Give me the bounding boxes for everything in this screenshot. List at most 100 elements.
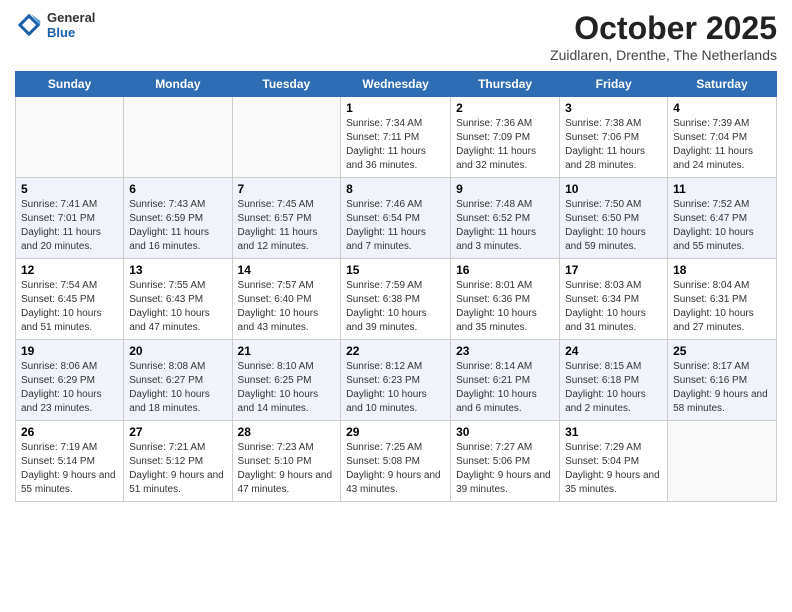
day-number: 3 [565,101,662,115]
day-info: Sunrise: 7:50 AM Sunset: 6:50 PM Dayligh… [565,198,662,254]
day-info: Sunrise: 7:25 AM Sunset: 5:08 PM Dayligh… [346,441,445,497]
calendar-day-cell: 2 Sunrise: 7:36 AM Sunset: 7:09 PM Daylig… [451,97,560,178]
calendar-day-cell: 9Sunrise: 7:48 AM Sunset: 6:52 PM Daylig… [451,178,560,259]
calendar-day-cell: 26 Sunrise: 7:19 AM Sunset: 5:14 PM Dayli… [16,421,124,502]
col-header-monday: Monday [124,72,232,97]
day-info: Sunrise: 8:04 AM Sunset: 6:31 PM Dayligh… [673,279,771,335]
calendar-day-cell: 29 Sunrise: 7:25 AM Sunset: 5:08 PM Dayli… [341,421,451,502]
calendar-day-cell: 17 Sunrise: 8:03 AM Sunset: 6:34 PM Dayli… [560,259,668,340]
day-info: Sunrise: 7:21 AM Sunset: 5:12 PM Dayligh… [129,441,226,497]
calendar-day-cell: 22Sunrise: 8:12 AM Sunset: 6:23 PM Dayli… [341,340,451,421]
calendar-day-cell [124,97,232,178]
day-number: 15 [346,263,445,277]
logo-general-text: General [47,10,95,25]
day-number: 7 [238,182,336,196]
day-number: 10 [565,182,662,196]
logo-blue-text: Blue [47,25,95,40]
calendar-week-row: 12 Sunrise: 7:54 AM Sunset: 6:45 PM Dayli… [16,259,777,340]
calendar-day-cell: 25Sunrise: 8:17 AM Sunset: 6:16 PM Dayli… [668,340,777,421]
calendar-day-cell: 24Sunrise: 8:15 AM Sunset: 6:18 PM Dayli… [560,340,668,421]
calendar-day-cell: 4Sunrise: 7:39 AM Sunset: 7:04 PM Daylig… [668,97,777,178]
day-number: 18 [673,263,771,277]
day-info: Sunrise: 7:19 AM Sunset: 5:14 PM Dayligh… [21,441,118,497]
col-header-friday: Friday [560,72,668,97]
calendar-header-row: SundayMondayTuesdayWednesdayThursdayFrid… [16,72,777,97]
day-info: Sunrise: 8:08 AM Sunset: 6:27 PM Dayligh… [129,360,226,416]
day-number: 26 [21,425,118,439]
calendar-day-cell: 5 Sunrise: 7:41 AM Sunset: 7:01 PM Daylig… [16,178,124,259]
day-number: 31 [565,425,662,439]
day-info: Sunrise: 7:54 AM Sunset: 6:45 PM Dayligh… [21,279,118,335]
calendar-week-row: 1 Sunrise: 7:34 AM Sunset: 7:11 PM Daylig… [16,97,777,178]
day-number: 25 [673,344,771,358]
day-number: 12 [21,263,118,277]
calendar-day-cell: 11 Sunrise: 7:52 AM Sunset: 6:47 PM Dayli… [668,178,777,259]
calendar-day-cell [232,97,341,178]
calendar-day-cell: 7 Sunrise: 7:45 AM Sunset: 6:57 PM Daylig… [232,178,341,259]
calendar-week-row: 19Sunrise: 8:06 AM Sunset: 6:29 PM Dayli… [16,340,777,421]
day-info: Sunrise: 8:12 AM Sunset: 6:23 PM Dayligh… [346,360,445,416]
calendar-table: SundayMondayTuesdayWednesdayThursdayFrid… [15,71,777,502]
day-number: 28 [238,425,336,439]
day-number: 5 [21,182,118,196]
day-info: Sunrise: 7:59 AM Sunset: 6:38 PM Dayligh… [346,279,445,335]
day-number: 1 [346,101,445,115]
calendar-day-cell: 23 Sunrise: 8:14 AM Sunset: 6:21 PM Dayli… [451,340,560,421]
day-number: 2 [456,101,554,115]
day-info: Sunrise: 7:27 AM Sunset: 5:06 PM Dayligh… [456,441,554,497]
day-number: 17 [565,263,662,277]
calendar-day-cell: 14Sunrise: 7:57 AM Sunset: 6:40 PM Dayli… [232,259,341,340]
location-subtitle: Zuidlaren, Drenthe, The Netherlands [550,47,777,63]
col-header-tuesday: Tuesday [232,72,341,97]
day-info: Sunrise: 7:46 AM Sunset: 6:54 PM Dayligh… [346,198,445,254]
calendar-week-row: 5 Sunrise: 7:41 AM Sunset: 7:01 PM Daylig… [16,178,777,259]
day-info: Sunrise: 7:38 AM Sunset: 7:06 PM Dayligh… [565,117,662,173]
calendar-day-cell: 6 Sunrise: 7:43 AM Sunset: 6:59 PM Daylig… [124,178,232,259]
title-block: October 2025 Zuidlaren, Drenthe, The Net… [550,10,777,63]
col-header-saturday: Saturday [668,72,777,97]
day-number: 11 [673,182,771,196]
day-info: Sunrise: 8:14 AM Sunset: 6:21 PM Dayligh… [456,360,554,416]
day-info: Sunrise: 7:29 AM Sunset: 5:04 PM Dayligh… [565,441,662,497]
day-number: 29 [346,425,445,439]
day-number: 21 [238,344,336,358]
col-header-thursday: Thursday [451,72,560,97]
day-info: Sunrise: 8:01 AM Sunset: 6:36 PM Dayligh… [456,279,554,335]
calendar-day-cell: 19Sunrise: 8:06 AM Sunset: 6:29 PM Dayli… [16,340,124,421]
day-number: 6 [129,182,226,196]
calendar-day-cell: 31 Sunrise: 7:29 AM Sunset: 5:04 PM Dayli… [560,421,668,502]
day-info: Sunrise: 8:06 AM Sunset: 6:29 PM Dayligh… [21,360,118,416]
calendar-day-cell: 13 Sunrise: 7:55 AM Sunset: 6:43 PM Dayli… [124,259,232,340]
calendar-day-cell: 15 Sunrise: 7:59 AM Sunset: 6:38 PM Dayli… [341,259,451,340]
calendar-day-cell: 1 Sunrise: 7:34 AM Sunset: 7:11 PM Daylig… [341,97,451,178]
day-number: 23 [456,344,554,358]
calendar-day-cell [16,97,124,178]
day-number: 16 [456,263,554,277]
day-info: Sunrise: 7:34 AM Sunset: 7:11 PM Dayligh… [346,117,445,173]
logo-icon [15,11,43,39]
logo: General Blue [15,10,95,40]
calendar-day-cell: 8Sunrise: 7:46 AM Sunset: 6:54 PM Daylig… [341,178,451,259]
day-number: 4 [673,101,771,115]
calendar-day-cell: 21 Sunrise: 8:10 AM Sunset: 6:25 PM Dayli… [232,340,341,421]
day-number: 13 [129,263,226,277]
month-year-title: October 2025 [550,10,777,47]
logo-text: General Blue [47,10,95,40]
day-info: Sunrise: 7:45 AM Sunset: 6:57 PM Dayligh… [238,198,336,254]
day-info: Sunrise: 7:43 AM Sunset: 6:59 PM Dayligh… [129,198,226,254]
day-info: Sunrise: 7:55 AM Sunset: 6:43 PM Dayligh… [129,279,226,335]
calendar-day-cell: 30Sunrise: 7:27 AM Sunset: 5:06 PM Dayli… [451,421,560,502]
calendar-day-cell: 12 Sunrise: 7:54 AM Sunset: 6:45 PM Dayli… [16,259,124,340]
day-info: Sunrise: 8:03 AM Sunset: 6:34 PM Dayligh… [565,279,662,335]
calendar-day-cell: 10 Sunrise: 7:50 AM Sunset: 6:50 PM Dayli… [560,178,668,259]
calendar-day-cell [668,421,777,502]
day-info: Sunrise: 7:48 AM Sunset: 6:52 PM Dayligh… [456,198,554,254]
calendar-day-cell: 27Sunrise: 7:21 AM Sunset: 5:12 PM Dayli… [124,421,232,502]
day-info: Sunrise: 7:36 AM Sunset: 7:09 PM Dayligh… [456,117,554,173]
day-info: Sunrise: 7:52 AM Sunset: 6:47 PM Dayligh… [673,198,771,254]
col-header-sunday: Sunday [16,72,124,97]
day-info: Sunrise: 7:41 AM Sunset: 7:01 PM Dayligh… [21,198,118,254]
day-number: 14 [238,263,336,277]
calendar-day-cell: 28Sunrise: 7:23 AM Sunset: 5:10 PM Dayli… [232,421,341,502]
day-info: Sunrise: 8:10 AM Sunset: 6:25 PM Dayligh… [238,360,336,416]
